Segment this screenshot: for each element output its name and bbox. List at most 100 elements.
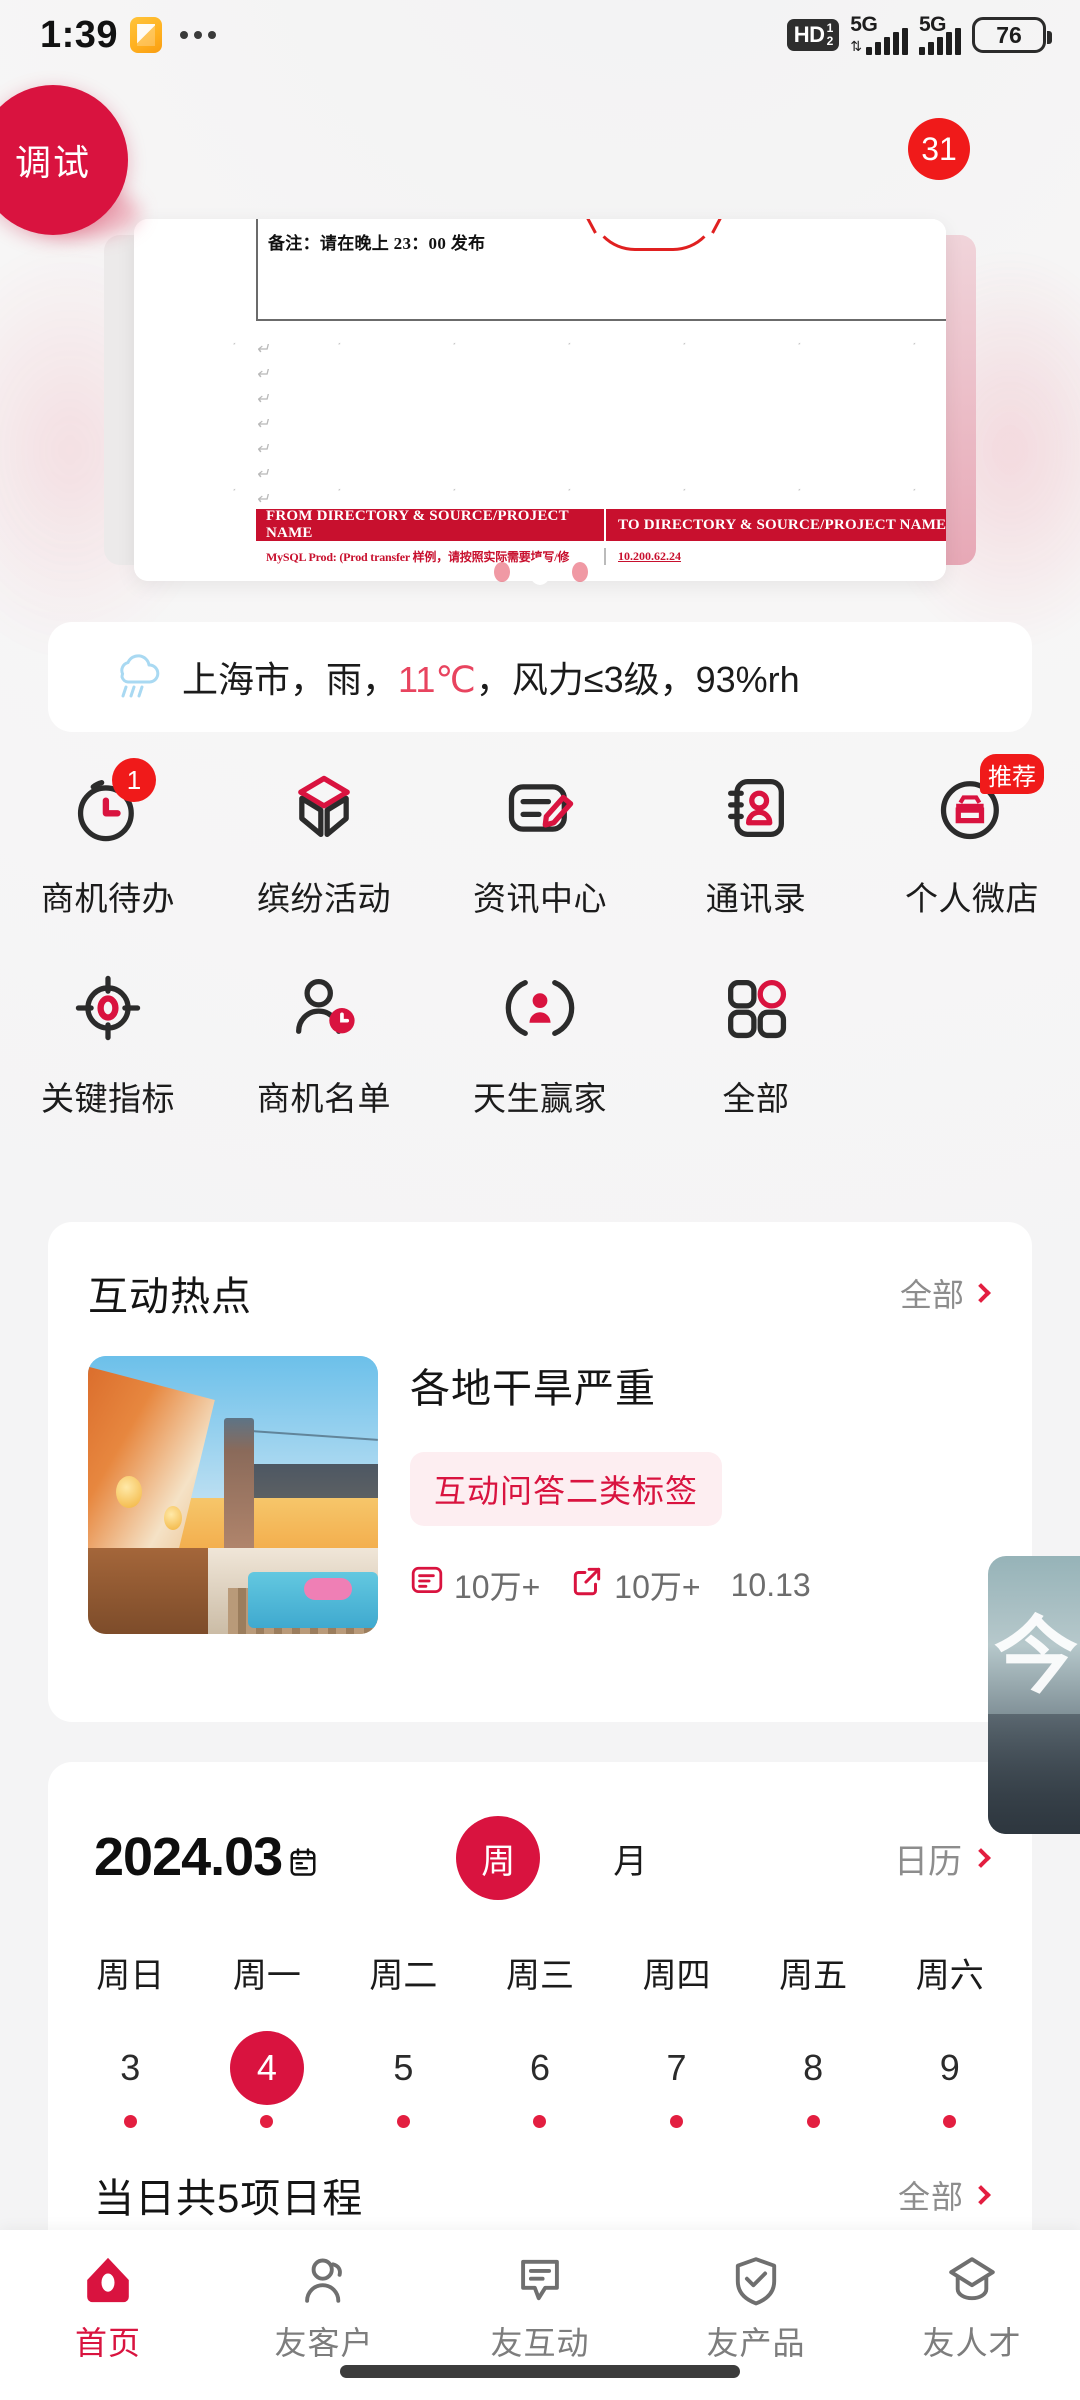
- hotspot-header: 互动热点 全部: [48, 1222, 1032, 1322]
- calendar-open-link[interactable]: 日历: [894, 1834, 991, 1883]
- calendar-weekday: 周五: [779, 1957, 848, 1995]
- signal-icon-2: 5G: [919, 13, 961, 55]
- banner-carousel[interactable]: 备注：请在晚上 23：00 发布 ⸼⸼⸼ ⸼⸼⸼⸼ ⸼⸼⸼ ⸼⸼⸼⸼ FROM …: [0, 205, 1080, 600]
- calendar-day[interactable]: 3: [62, 2031, 199, 2128]
- calendar-day-dot: [670, 2115, 684, 2128]
- chevron-right-icon: [971, 2185, 991, 2205]
- table-header-row: FROM DIRECTORY & SOURCE/PROJECT NAME TO …: [256, 508, 946, 542]
- document-paragraph-marks: [256, 337, 269, 512]
- shortcut-item-born-winner[interactable]: 天生赢家: [432, 962, 648, 1120]
- hotspot-view-all-link[interactable]: 全部: [900, 1270, 991, 1316]
- bottom-tab-bar: 首页 友客户 友互动 友产品 友人才: [0, 2230, 1080, 2400]
- answer-icon: [410, 1564, 444, 1606]
- hotspot-share-stat: 10万+: [570, 1562, 701, 1608]
- calendar-icon: [288, 1828, 318, 1890]
- table-header-from: FROM DIRECTORY & SOURCE/PROJECT NAME: [256, 508, 606, 542]
- calendar-day-dot: [943, 2115, 957, 2128]
- document-ruler-marks-top: ⸼ ⸼ ⸼ ⸼ ⸼ ⸼ ⸼: [234, 333, 917, 345]
- calendar-day[interactable]: 9: [881, 2031, 1018, 2128]
- tab-products[interactable]: 友产品: [648, 2252, 864, 2364]
- hotspot-item-date: 10.13: [730, 1566, 811, 1603]
- home-indicator: [340, 2365, 740, 2378]
- hotspot-item[interactable]: 各地干旱严重 互动问答二类标签 10万+ 10万+ 10.13: [48, 1322, 1032, 1634]
- carousel-dot-inactive[interactable]: [494, 562, 510, 582]
- hotspot-title: 互动热点: [88, 1275, 252, 1319]
- hd-label: HD: [793, 22, 825, 47]
- shortcut-item-personal-shop[interactable]: 推荐 个人微店: [864, 754, 1080, 920]
- person-icon: [296, 2252, 352, 2308]
- shortcut-item-business-list[interactable]: 商机名单: [216, 962, 432, 1120]
- calendar-day-number: 5: [393, 2047, 414, 2088]
- shop-circle-icon: 推荐: [926, 754, 1044, 854]
- calendar-view-toggle[interactable]: 周 月: [456, 1816, 672, 1900]
- calendar-year-month[interactable]: 2024.03: [94, 1826, 318, 1890]
- share-icon: [570, 1564, 604, 1606]
- tab-label: 首页: [74, 2325, 141, 2361]
- weather-temperature: 11℃: [398, 659, 476, 700]
- chevron-right-icon: [971, 1283, 991, 1303]
- shortcut-item-activities[interactable]: 缤纷活动: [216, 762, 432, 920]
- calendar-weekday: 周一: [232, 1957, 301, 1995]
- calendar-day-dot: [260, 2115, 274, 2128]
- calendar-toggle-week[interactable]: 周: [456, 1816, 541, 1900]
- target-icon: [62, 962, 154, 1054]
- calendar-day-row: 3 4 5 6 7 8 9: [48, 2031, 1032, 2128]
- document-ruler-marks-bottom: ⸼ ⸼ ⸼ ⸼ ⸼ ⸼ ⸼: [234, 479, 917, 491]
- hotspot-answer-count: 10万+: [454, 1569, 541, 1605]
- calendar-toggle-month[interactable]: 月: [588, 1816, 672, 1900]
- weather-text: 上海市，雨，11℃，风力≤3级，93%rh: [182, 651, 800, 703]
- rain-cloud-icon: [106, 651, 164, 703]
- shortcut-badge: 1: [112, 758, 156, 802]
- shortcut-label: 缤纷活动: [257, 880, 391, 917]
- shortcut-item-news-center[interactable]: 资讯中心: [432, 762, 648, 920]
- shortcut-item-key-metrics[interactable]: 关键指标: [0, 962, 216, 1120]
- carousel-dot-inactive[interactable]: [572, 562, 588, 582]
- shortcut-label: 通讯录: [705, 880, 807, 917]
- hotspot-item-stats: 10万+ 10万+ 10.13: [410, 1562, 1022, 1608]
- shortcut-label: 关键指标: [41, 1080, 175, 1117]
- calendar-day-number: 9: [939, 2047, 960, 2088]
- calendar-day[interactable]: 5: [335, 2031, 472, 2128]
- notification-badge[interactable]: 31: [908, 118, 970, 180]
- tab-talent[interactable]: 友人才: [864, 2252, 1080, 2364]
- calendar-day[interactable]: 6: [472, 2031, 609, 2128]
- network-type-1: 5G: [850, 13, 878, 36]
- shortcut-label: 个人微店: [905, 880, 1039, 917]
- grid-apps-icon: [710, 962, 802, 1054]
- calendar-schedule-summary: 当日共5项日程 全部: [48, 2128, 1032, 2224]
- signal-icon-1: 5G ⇅: [850, 13, 908, 55]
- status-time: 1:39: [40, 13, 119, 56]
- shortcut-item-all[interactable]: 全部: [648, 962, 864, 1120]
- chat-icon: [512, 2252, 568, 2308]
- calendar-day[interactable]: 7: [608, 2031, 745, 2128]
- calendar-day[interactable]: 8: [745, 2031, 882, 2128]
- banner-current-slide[interactable]: 备注：请在晚上 23：00 发布 ⸼⸼⸼ ⸼⸼⸼⸼ ⸼⸼⸼ ⸼⸼⸼⸼ FROM …: [134, 219, 946, 581]
- battery-icon: 76: [972, 17, 1052, 53]
- calendar-day-number: 3: [120, 2047, 141, 2088]
- tab-home[interactable]: 首页: [0, 2252, 216, 2364]
- calendar-weekday: 周三: [505, 1957, 574, 1995]
- table-header-to: TO DIRECTORY & SOURCE/PROJECT NAME: [618, 516, 946, 533]
- tab-interaction[interactable]: 友互动: [432, 2252, 648, 2364]
- network-type-2: 5G: [919, 13, 947, 36]
- document-note-text: 备注：请在晚上 23：00 发布: [268, 234, 486, 253]
- hotspot-next-item-peek[interactable]: 今: [988, 1556, 1080, 1834]
- tab-customers[interactable]: 友客户: [216, 2252, 432, 2364]
- calendar-day-dot: [806, 2115, 820, 2128]
- calendar-schedule-view-all-label: 全部: [897, 2179, 964, 2215]
- shortcut-item-business-todo[interactable]: 1 商机待办: [0, 758, 216, 920]
- calendar-schedule-view-all[interactable]: 全部: [897, 2172, 991, 2218]
- hotspot-thumbnail[interactable]: [88, 1356, 378, 1634]
- shortcut-label: 资讯中心: [473, 880, 607, 917]
- calendar-day-selected[interactable]: 4: [199, 2031, 336, 2128]
- shortcut-label: 商机待办: [41, 880, 175, 917]
- calendar-day-number: 4: [229, 2031, 304, 2105]
- calendar-day-dot: [396, 2115, 410, 2128]
- shield-check-icon: [728, 2252, 784, 2308]
- calendar-header: 2024.03 周 月 日历: [48, 1762, 1032, 1900]
- status-bar-left: 1:39: [40, 13, 217, 57]
- carousel-dot-active[interactable]: [529, 557, 551, 585]
- shortcut-item-contacts[interactable]: 通讯录: [648, 762, 864, 920]
- calendar-day-dot: [123, 2115, 137, 2128]
- weather-card[interactable]: 上海市，雨，11℃，风力≤3级，93%rh: [48, 622, 1032, 732]
